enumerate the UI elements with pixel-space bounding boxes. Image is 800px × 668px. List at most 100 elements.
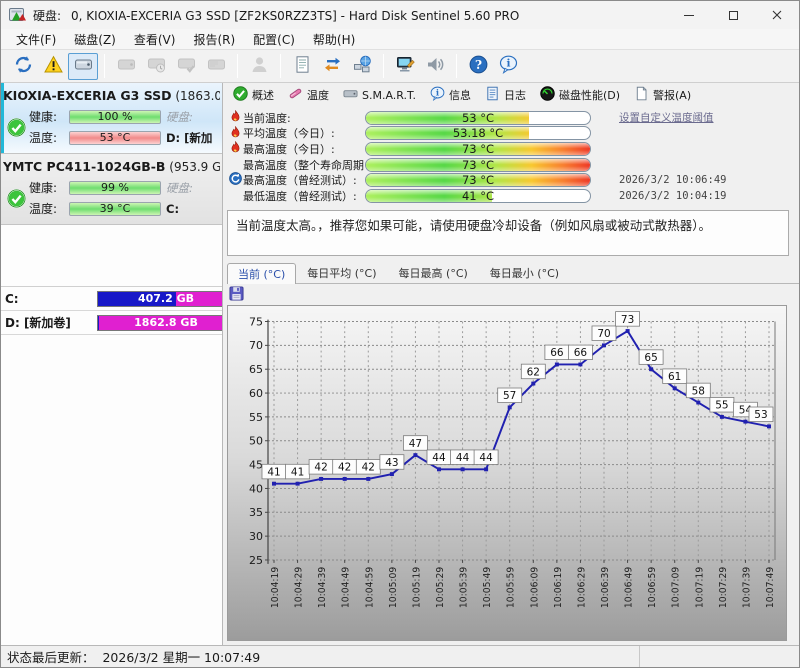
tab-label: 温度 xyxy=(307,87,329,103)
chart-tab-0[interactable]: 当前 (°C) xyxy=(227,263,296,284)
svg-text:10:06:59: 10:06:59 xyxy=(647,566,658,607)
close-button[interactable] xyxy=(755,1,799,29)
tab-log[interactable]: 日志 xyxy=(479,84,532,106)
svg-text:57: 57 xyxy=(503,390,516,402)
toolbar-separator xyxy=(456,54,457,78)
tab-overview[interactable]: 概述 xyxy=(227,84,280,106)
help-button[interactable]: ? xyxy=(463,53,493,80)
toolbar-separator xyxy=(237,54,238,78)
flame-icon xyxy=(230,126,241,141)
svg-text:43: 43 xyxy=(385,457,398,469)
tab-label: 信息 xyxy=(449,87,471,103)
svg-text:10:05:49: 10:05:49 xyxy=(482,566,493,607)
health-bar: 100 % xyxy=(69,110,161,124)
svg-text:10:07:49: 10:07:49 xyxy=(765,566,776,607)
refresh-button[interactable] xyxy=(8,53,38,80)
chart-tab-1[interactable]: 每日平均 (°C) xyxy=(296,262,387,283)
sound-button[interactable] xyxy=(420,53,450,80)
temperature-chart: 253035404550556065707510:04:1910:04:2910… xyxy=(227,305,787,641)
menu-item-3[interactable]: 报告(R) xyxy=(184,29,244,50)
minimize-button[interactable] xyxy=(667,1,711,29)
report-button[interactable] xyxy=(287,53,317,80)
tab-label: 概述 xyxy=(252,87,274,103)
disk-metric-label: 健康: xyxy=(29,179,69,196)
tab-performance[interactable]: 磁盘性能(D) xyxy=(534,84,626,106)
temperature-row-4: 最高温度（曾经测试）:73 °C2026/3/2 10:06:49 xyxy=(228,172,799,188)
help-icon: ? xyxy=(469,55,488,77)
user-icon xyxy=(250,55,269,77)
information-icon: i xyxy=(430,86,445,104)
menu-item-2[interactable]: 查看(V) xyxy=(125,29,185,50)
menu-item-4[interactable]: 配置(C) xyxy=(244,29,304,50)
menu-item-1[interactable]: 磁盘(Z) xyxy=(65,29,125,50)
status-text: 状态最后更新： 2026/3/2 星期一 10:07:49 xyxy=(7,647,260,666)
volume-row-1[interactable]: D: [新加卷]1862.8 GB(1863 xyxy=(1,311,222,335)
tab-thermometer[interactable]: 温度 xyxy=(282,84,335,106)
temperature-value-bar: 73 °C xyxy=(365,142,591,156)
temperature-label: 平均温度（今日）: xyxy=(243,125,365,141)
chart-tab-2[interactable]: 每日最高 (°C) xyxy=(388,262,479,283)
bar-value: 100 % xyxy=(98,110,133,123)
tab-information[interactable]: i 信息 xyxy=(424,84,477,106)
temperature-value: 73 °C xyxy=(366,174,590,186)
svg-text:55: 55 xyxy=(715,399,728,411)
monitor-button[interactable] xyxy=(390,53,420,80)
svg-text:i: i xyxy=(436,87,439,97)
volume-row-0[interactable]: C:407.2 GB(952.9 xyxy=(1,287,222,311)
disk-row-right: C: xyxy=(161,202,220,216)
disk-entry-1[interactable]: YMTC PC411-1024GB-B (953.9 GB)健康:99 %硬盘:… xyxy=(1,154,222,225)
menu-item-0[interactable]: 文件(F) xyxy=(7,29,65,50)
temperature-value: 73 °C xyxy=(366,159,590,171)
temperature-label: 最低温度（曾经测试）: xyxy=(243,188,365,204)
svg-text:10:05:09: 10:05:09 xyxy=(388,566,399,607)
sidebar-fill xyxy=(1,335,222,645)
temperature-label: 最高温度（曾经测试）: xyxy=(243,172,365,188)
menu-item-5[interactable]: 帮助(H) xyxy=(304,29,364,50)
user-button xyxy=(244,53,274,80)
volume-label: D: [新加卷] xyxy=(5,314,97,331)
info-button[interactable]: i xyxy=(493,53,523,80)
temperature-row-3: 最高温度（整个寿命周期间）:73 °C xyxy=(228,157,799,173)
volume-size-text: 407.2 GB xyxy=(98,292,223,306)
tab-smart[interactable]: S.M.A.R.T. xyxy=(337,84,422,106)
disk-overview-button[interactable] xyxy=(68,53,98,80)
tab-label: S.M.A.R.T. xyxy=(362,89,416,102)
disk-name: YMTC PC411-1024GB-B xyxy=(3,159,165,174)
disk-surface-icon xyxy=(207,55,226,77)
tab-alerts[interactable]: 警报(A) xyxy=(628,84,697,106)
health-ok-icon xyxy=(7,189,26,208)
set-custom-threshold-link[interactable]: 设置自定义温度阈值 xyxy=(619,112,714,124)
disk-repair-icon xyxy=(177,55,196,77)
disk-entry-0[interactable]: KIOXIA-EXCERIA G3 SSD (1863.0 G健康:100 %硬… xyxy=(1,83,222,154)
disk-row-right: 硬盘: xyxy=(161,180,220,196)
svg-text:i: i xyxy=(506,58,510,70)
svg-text:44: 44 xyxy=(432,452,445,464)
network-button[interactable] xyxy=(347,53,377,80)
svg-text:62: 62 xyxy=(527,366,540,378)
toolbar-group xyxy=(108,53,234,80)
disk-row-right: 硬盘: xyxy=(161,109,220,125)
svg-text:61: 61 xyxy=(668,371,681,383)
disk-test-button xyxy=(111,53,141,80)
sidebar-gap xyxy=(1,225,222,287)
svg-text:10:07:39: 10:07:39 xyxy=(741,566,752,607)
temperature-value-bar: 53 °C xyxy=(365,111,591,125)
temperature-row-2: 最高温度（今日）:73 °C xyxy=(228,141,799,157)
volume-list: C:407.2 GB(952.9D: [新加卷]1862.8 GB(1863 xyxy=(1,287,222,335)
temperature-label: 当前温度: xyxy=(243,110,365,126)
disk-surface-button xyxy=(201,53,231,80)
chart-tab-3[interactable]: 每日最小 (°C) xyxy=(479,262,570,283)
disk-schedule-button xyxy=(141,53,171,80)
save-chart-button[interactable] xyxy=(229,286,245,302)
maximize-button[interactable] xyxy=(711,1,755,29)
health-bar: 99 % xyxy=(69,181,161,195)
temperature-label: 最高温度（今日）: xyxy=(243,141,365,157)
svg-text:42: 42 xyxy=(314,461,327,473)
svg-text:44: 44 xyxy=(479,452,492,464)
svg-text:47: 47 xyxy=(409,438,422,450)
temperature-bar: 53 °C xyxy=(69,131,161,145)
temperature-warning: 当前温度太高。，推荐您如果可能，请使用硬盘冷却设备（例如风扇或被动式散热器）。 xyxy=(227,210,789,256)
volume-label: C: xyxy=(5,292,97,306)
sync-button[interactable] xyxy=(317,53,347,80)
warning-button[interactable] xyxy=(38,53,68,80)
